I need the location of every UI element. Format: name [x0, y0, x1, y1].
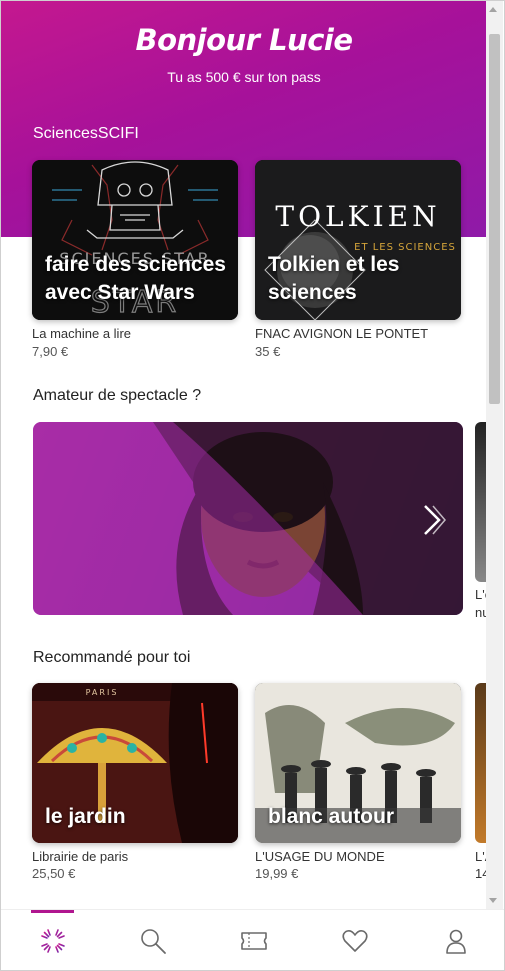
scrollbar-thumb[interactable]	[489, 34, 500, 404]
art-text: TOLKIEN	[275, 200, 440, 233]
offer-card-le-jardin[interactable]: PARIS le jardin	[32, 683, 238, 843]
user-icon	[446, 929, 466, 954]
card-shop-name: L'USAGE DU MONDE	[255, 849, 385, 864]
card-price: 35 €	[255, 344, 281, 359]
nav-item-favorites[interactable]	[340, 926, 370, 956]
spectacle-banner[interactable]	[33, 422, 463, 615]
search-icon	[141, 929, 166, 954]
spectacle-artwork	[33, 422, 463, 615]
heart-icon	[342, 929, 368, 952]
card-shop-name: Librairie de paris	[32, 849, 129, 864]
greeting-title: Bonjour Lucie	[135, 23, 353, 57]
card-title: le jardin	[45, 805, 126, 828]
pass-balance: Tu as 500 € sur ton pass	[167, 69, 321, 85]
scroll-down-arrow-icon[interactable]	[489, 898, 497, 903]
nav-item-profile[interactable]	[441, 926, 471, 956]
offer-card-star-wars[interactable]: SCIENCES STAR STAR faire des sciences av…	[32, 160, 238, 320]
art-text: PARIS	[86, 688, 119, 697]
card-title: Tolkien et les sciences	[268, 253, 400, 304]
ticket-icon	[241, 932, 267, 950]
nav-active-indicator	[31, 910, 74, 913]
card-price: 25,50 €	[32, 866, 76, 881]
app-frame: Bonjour Lucie Tu as 500 € sur ton pass S…	[0, 0, 505, 971]
card-title: blanc autour	[268, 805, 395, 828]
scroll-up-arrow-icon[interactable]	[489, 7, 497, 12]
bottom-nav	[1, 909, 504, 970]
card-shop-name: La machine a lire	[32, 326, 131, 341]
sun-icon	[40, 928, 66, 954]
offer-card-tolkien[interactable]: TOLKIEN ET LES SCIENCES Tolkien et les s…	[255, 160, 461, 320]
banner-next-icon[interactable]	[421, 502, 447, 538]
section-title-recommended: Recommandé pour toi	[33, 649, 191, 666]
card-price: 7,90 €	[32, 344, 69, 359]
nav-item-home[interactable]	[38, 926, 68, 956]
section-title-scifi: SciencesSCIFI	[33, 125, 139, 142]
nav-item-bookings[interactable]	[239, 926, 269, 956]
section-title-spectacle: Amateur de spectacle ?	[33, 387, 202, 404]
nav-item-search[interactable]	[138, 926, 168, 956]
card-title: faire des sciences avec Star Wars	[45, 253, 226, 304]
offer-card-blanc-autour[interactable]: blanc autour	[255, 683, 461, 843]
card-price: 19,99 €	[255, 866, 299, 881]
card-shop-name: FNAC AVIGNON LE PONTET	[255, 326, 429, 341]
